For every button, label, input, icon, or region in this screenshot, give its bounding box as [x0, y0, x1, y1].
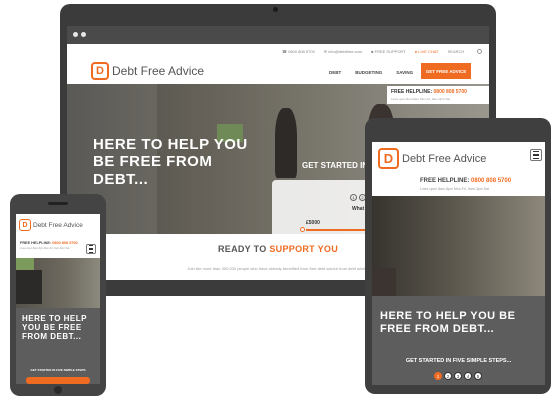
hero-monitor-image — [16, 258, 34, 270]
utility-bar: ☎ 0800 808 5700 ✉ info@debtfree.com ■ FR… — [282, 47, 482, 55]
step-indicators: 1 2 3 4 5 — [434, 372, 482, 380]
helpline-hours: Lines open 8am-8pm Mon-Fri, 9am-3pm Sat — [420, 187, 489, 191]
utility-email-link[interactable]: ✉ info@debtfree.com — [324, 49, 362, 54]
hero-title: HERE TO HELP YOU BE FREE FROM DEBT... — [93, 136, 248, 188]
helpline-hours: Lines open 8am-8pm Mon-Fri, 9am-3pm Sat — [391, 97, 451, 101]
logo-mark-icon: D — [91, 62, 109, 80]
nav-item-budgeting[interactable]: BUDGETING — [355, 70, 382, 75]
phone-helpline: FREE HELPLINE: 0800 808 5700 Lines open … — [20, 241, 78, 250]
get-started-input[interactable] — [26, 377, 90, 384]
hero-person-image — [372, 268, 396, 296]
menu-icon[interactable] — [530, 149, 542, 161]
step-indicator[interactable]: 2 — [444, 372, 452, 380]
step-indicator[interactable]: 1 — [434, 372, 442, 380]
main-nav: DEBT BUDGETING SAVING — [329, 70, 413, 75]
hero-photo — [372, 196, 545, 296]
helpline-label: FREE HELPLINE: — [391, 89, 433, 95]
step-indicator[interactable]: 4 — [464, 372, 472, 380]
tablet-device: D Debt Free Advice FREE HELPLINE: 0800 8… — [365, 118, 551, 394]
menu-icon[interactable] — [86, 244, 96, 254]
helpline-number[interactable]: 0800 808 5700 — [434, 89, 467, 95]
slider-handle[interactable] — [300, 227, 305, 232]
nav-item-debt[interactable]: DEBT — [329, 70, 341, 75]
helpline-label: FREE HELPLINE: — [20, 241, 52, 245]
window-dot-icon[interactable] — [73, 32, 78, 37]
debt-amount-value: £5000 — [306, 220, 320, 226]
logo-text: Debt Free Advice — [33, 221, 83, 229]
hero-person-image — [275, 108, 297, 178]
window-dot-icon[interactable] — [81, 32, 86, 37]
logo-text: Debt Free Advice — [402, 152, 487, 165]
phone-hero-panel: HERE TO HELP YOU BE FREE FROM DEBT... GE… — [16, 308, 100, 384]
helpline-number[interactable]: 0800 808 5700 — [52, 241, 77, 245]
browser-bar — [67, 26, 489, 44]
home-button[interactable] — [54, 386, 62, 394]
camera-dot — [273, 7, 278, 12]
helpline-hours: Lines open 8am-8pm Mon-Fri, 9am-3pm Sat — [20, 247, 70, 250]
brand-logo[interactable]: D Debt Free Advice — [378, 148, 486, 169]
helpline-label: FREE HELPLINE: — [420, 178, 470, 184]
brand-logo[interactable]: D Debt Free Advice — [19, 219, 83, 231]
logo-mark-icon: D — [378, 148, 399, 169]
hero-photo — [16, 258, 100, 308]
step-indicator[interactable]: 5 — [474, 372, 482, 380]
logo-text: Debt Free Advice — [112, 64, 205, 78]
hero-title: HERE TO HELP YOU BE FREE FROM DEBT... — [22, 314, 87, 342]
utility-chat-link[interactable]: ● LIVE CHAT — [415, 49, 439, 54]
get-started-heading: GET STARTED IN FIVE SIMPLE STEPS — [30, 368, 86, 372]
utility-support-link[interactable]: ■ FREE SUPPORT — [371, 49, 406, 54]
step-indicator[interactable]: 3 — [454, 372, 462, 380]
utility-search-link[interactable]: SEARCH — [448, 49, 465, 54]
hero-monitor-image — [372, 196, 388, 208]
hero-person-image — [372, 208, 392, 268]
ready-heading-highlight: SUPPORT YOU — [269, 244, 339, 254]
tablet-screen: D Debt Free Advice FREE HELPLINE: 0800 8… — [372, 142, 545, 385]
tablet-hero-panel: HERE TO HELP YOU BE FREE FROM DEBT... GE… — [372, 296, 545, 385]
ready-heading-prefix: READY TO — [217, 244, 270, 254]
logo-mark-icon: D — [19, 219, 31, 231]
hero-title: HERE TO HELP YOU BE FREE FROM DEBT... — [380, 310, 516, 335]
phone-speaker — [48, 202, 68, 205]
utility-phone-link[interactable]: ☎ 0800 808 5700 — [282, 49, 315, 54]
phone-device: D Debt Free Advice FREE HELPLINE: 0800 8… — [10, 194, 106, 396]
step-indicator[interactable]: 1 — [350, 194, 357, 201]
phone-screen: D Debt Free Advice FREE HELPLINE: 0800 8… — [16, 214, 100, 384]
desktop-helpline: FREE HELPLINE: 0800 808 5700 Lines open … — [387, 86, 489, 104]
tablet-helpline: FREE HELPLINE: 0800 808 5700 Lines open … — [420, 178, 511, 191]
get-started-heading: GET STARTED IN FIVE SIMPLE STEPS... — [405, 358, 512, 364]
helpline-number[interactable]: 0800 808 5700 — [471, 178, 511, 184]
get-free-advice-button[interactable]: GET FREE ADVICE — [421, 63, 471, 79]
search-icon[interactable] — [477, 48, 482, 54]
nav-item-saving[interactable]: SAVING — [396, 70, 413, 75]
brand-logo[interactable]: D Debt Free Advice — [91, 62, 204, 80]
hero-person-image — [16, 270, 42, 304]
